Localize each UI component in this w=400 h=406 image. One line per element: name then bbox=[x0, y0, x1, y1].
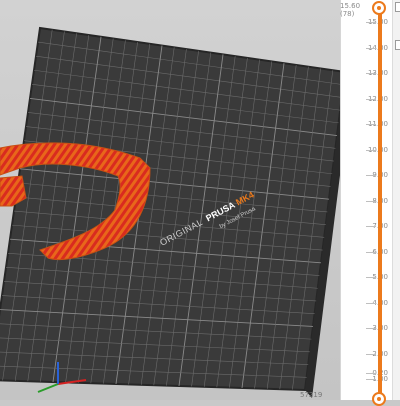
layer-tick-mark bbox=[366, 73, 376, 74]
layer-slider-top-handle[interactable] bbox=[372, 1, 386, 15]
side-panel-checkbox[interactable] bbox=[395, 2, 400, 12]
layer-tick-mark bbox=[366, 328, 376, 329]
layer-tick-mark bbox=[366, 22, 376, 23]
layer-slider-bottom-handle[interactable] bbox=[372, 392, 386, 406]
layer-tick-mark bbox=[366, 98, 376, 100]
layer-tick-mark bbox=[366, 373, 376, 374]
layer-tick-mark bbox=[366, 47, 376, 49]
scene-canvas: ORIGINAL PRUSA MK4 by Josef Prusa bbox=[0, 26, 340, 398]
layer-count-readout: 57219 bbox=[300, 391, 323, 399]
side-panel-checkbox[interactable] bbox=[395, 40, 400, 50]
3d-preview-viewport[interactable]: ORIGINAL PRUSA MK4 by Josef Prusa 57219 bbox=[0, 0, 340, 400]
layer-tick-mark bbox=[366, 251, 376, 253]
layer-tick-mark bbox=[366, 353, 376, 355]
current-layer-number: (78) bbox=[340, 10, 355, 18]
layer-tick-mark bbox=[366, 124, 376, 125]
layer-tick-mark bbox=[366, 200, 376, 202]
current-z-value: 15.60 bbox=[340, 2, 361, 10]
layer-slider-track[interactable] bbox=[378, 8, 382, 400]
layer-tick-mark bbox=[366, 302, 376, 304]
layer-tick-mark bbox=[366, 277, 376, 278]
print-bed bbox=[0, 26, 340, 392]
layer-tick-mark bbox=[366, 175, 376, 176]
layer-tick-mark bbox=[366, 226, 376, 227]
layer-tick-mark bbox=[366, 149, 376, 151]
side-panel-edge bbox=[392, 0, 400, 400]
layer-tick-mark bbox=[366, 379, 376, 380]
y-axis-line bbox=[37, 383, 59, 393]
